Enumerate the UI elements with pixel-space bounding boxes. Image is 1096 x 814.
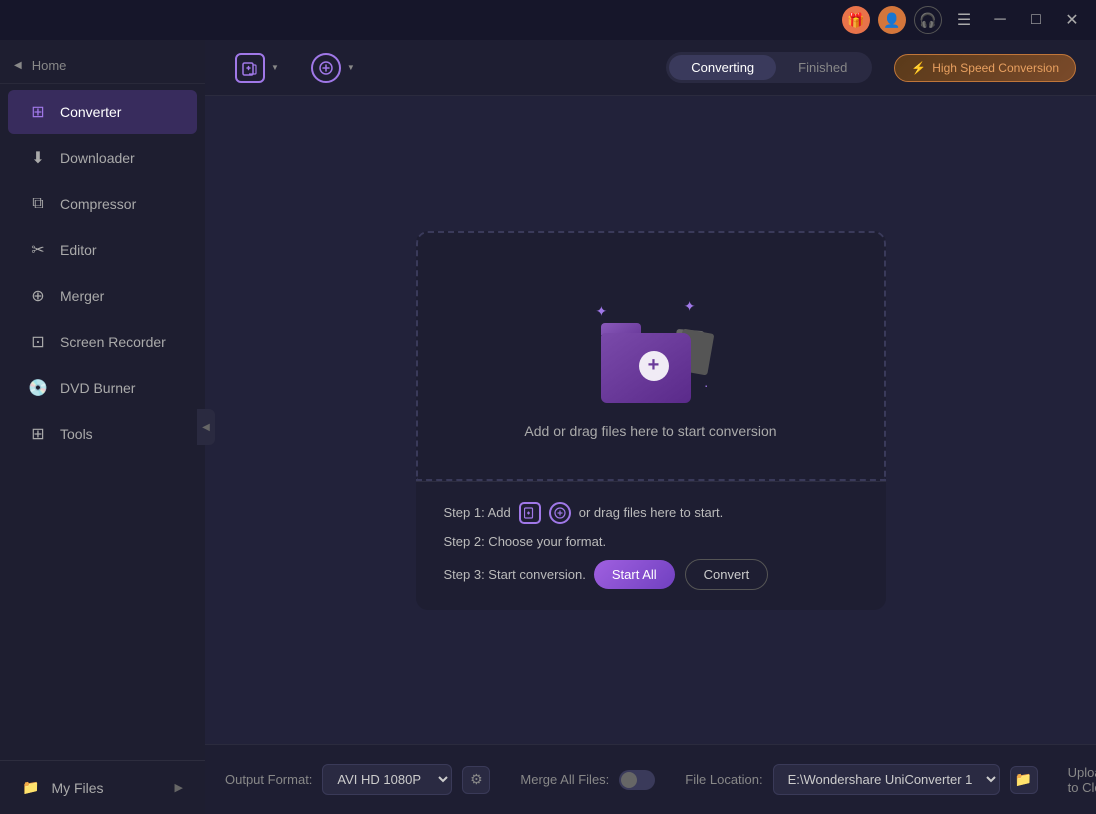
drop-zone[interactable]: + ✦ ✦ · Add or drag files here to start … [416, 231, 886, 610]
sidebar-label-editor: Editor [60, 242, 97, 258]
step2-text: Step 2: Choose your format. [444, 534, 607, 549]
user-icon[interactable]: 👤 [878, 6, 906, 34]
merge-toggle-switch[interactable] [619, 770, 655, 790]
convert-inline-button[interactable]: Convert [685, 559, 769, 590]
sparkle-icon-1: ✦ [596, 303, 608, 320]
sparkle-icon-3: · [704, 377, 709, 393]
sidebar-collapse-handle[interactable]: ◀ [197, 409, 215, 445]
folder-illustration: + ✦ ✦ · [591, 293, 711, 403]
app-body: ◀ Home ⊞ Converter ⬇ Downloader ⧉ Compre… [0, 40, 1096, 814]
menu-icon[interactable]: ☰ [950, 6, 978, 34]
add-media-button[interactable]: ▼ [301, 47, 365, 89]
sparkle-icon-2: ✦ [684, 298, 696, 315]
add-file-arrow: ▼ [271, 63, 279, 72]
sidebar-home[interactable]: ◀ Home [0, 48, 205, 84]
toggle-knob [621, 772, 637, 788]
maximize-button[interactable]: □ [1022, 6, 1050, 34]
file-location-field: File Location: E:\Wondershare UniConvert… [685, 764, 1037, 795]
my-files-label: My Files [51, 780, 103, 796]
converter-icon: ⊞ [28, 102, 48, 122]
sidebar-label-tools: Tools [60, 426, 93, 442]
step3-text: Step 3: Start conversion. [444, 567, 586, 582]
add-file-icon [235, 53, 265, 83]
step1-text: Step 1: Add [444, 505, 511, 520]
step1-add-media-icon[interactable] [549, 502, 571, 524]
drop-zone-text: Add or drag files here to start conversi… [524, 423, 776, 439]
output-format-field: Output Format: AVI HD 1080P ⚙ [225, 764, 490, 795]
tab-finished[interactable]: Finished [776, 55, 869, 80]
lightning-icon: ⚡ [911, 61, 926, 75]
downloader-icon: ⬇ [28, 148, 48, 168]
output-format-label: Output Format: [225, 772, 312, 787]
sidebar-item-tools[interactable]: ⊞ Tools [8, 412, 197, 456]
gift-icon[interactable]: 🎁 [842, 6, 870, 34]
close-button[interactable]: ✕ [1058, 6, 1086, 34]
plus-icon: + [639, 351, 669, 381]
sidebar-item-my-files[interactable]: 📁 My Files ▶ [8, 769, 197, 806]
sidebar-item-dvd-burner[interactable]: 💿 DVD Burner [8, 366, 197, 410]
screen-recorder-icon: ⊡ [28, 332, 48, 352]
bottom-bar: Output Format: AVI HD 1080P ⚙ Merge All … [205, 744, 1096, 814]
sidebar-label-dvd-burner: DVD Burner [60, 380, 135, 396]
minimize-button[interactable]: ─ [986, 6, 1014, 34]
step-3-row: Step 3: Start conversion. Start All Conv… [444, 559, 858, 590]
sidebar-label-downloader: Downloader [60, 150, 135, 166]
top-toolbar: ▼ ▼ Converting Finished ⚡ High Speed [205, 40, 1096, 96]
sidebar-item-compressor[interactable]: ⧉ Compressor [8, 182, 197, 226]
high-speed-label: High Speed Conversion [932, 61, 1059, 75]
titlebar: 🎁 👤 🎧 ☰ ─ □ ✕ [0, 0, 1096, 40]
merge-toggle[interactable] [619, 770, 655, 790]
main-content: ▼ ▼ Converting Finished ⚡ High Speed [205, 40, 1096, 814]
add-media-icon [311, 53, 341, 83]
folder-body: + [601, 333, 691, 403]
format-settings-button[interactable]: ⚙ [462, 766, 490, 794]
step-buttons: Start All Convert [594, 559, 768, 590]
sidebar: ◀ Home ⊞ Converter ⬇ Downloader ⧉ Compre… [0, 40, 205, 814]
sidebar-label-converter: Converter [60, 104, 121, 120]
headset-icon[interactable]: 🎧 [914, 6, 942, 34]
content-area: + ✦ ✦ · Add or drag files here to start … [205, 96, 1096, 744]
dvd-burner-icon: 💿 [28, 378, 48, 398]
merger-icon: ⊕ [28, 286, 48, 306]
drop-zone-steps: Step 1: Add [416, 481, 886, 610]
sidebar-item-downloader[interactable]: ⬇ Downloader [8, 136, 197, 180]
add-media-arrow: ▼ [347, 63, 355, 72]
tab-group: Converting Finished [666, 52, 872, 83]
sidebar-label-screen-recorder: Screen Recorder [60, 334, 166, 350]
high-speed-button[interactable]: ⚡ High Speed Conversion [894, 54, 1076, 82]
titlebar-icons: 🎁 👤 🎧 ☰ ─ □ ✕ [842, 6, 1086, 34]
step1-or-text: or drag files here to start. [579, 505, 724, 520]
sidebar-item-screen-recorder[interactable]: ⊡ Screen Recorder [8, 320, 197, 364]
upload-cloud-field: Upload to Cloud ☁ [1068, 765, 1096, 795]
editor-icon: ✂ [28, 240, 48, 260]
sidebar-label-compressor: Compressor [60, 196, 136, 212]
add-file-button[interactable]: ▼ [225, 47, 289, 89]
sidebar-item-editor[interactable]: ✂ Editor [8, 228, 197, 272]
my-files-left: 📁 My Files [22, 779, 104, 796]
output-format-select[interactable]: AVI HD 1080P [322, 764, 452, 795]
start-all-inline-button[interactable]: Start All [594, 560, 675, 589]
sidebar-item-converter[interactable]: ⊞ Converter [8, 90, 197, 134]
file-location-select[interactable]: E:\Wondershare UniConverter 1 [773, 764, 1000, 795]
merge-all-label: Merge All Files: [520, 772, 609, 787]
compressor-icon: ⧉ [28, 194, 48, 214]
drop-zone-main[interactable]: + ✦ ✦ · Add or drag files here to start … [416, 231, 886, 481]
step-2-row: Step 2: Choose your format. [444, 534, 858, 549]
file-location-label: File Location: [685, 772, 762, 787]
sidebar-item-merger[interactable]: ⊕ Merger [8, 274, 197, 318]
sidebar-bottom: 📁 My Files ▶ [0, 760, 205, 814]
sidebar-top: ◀ Home ⊞ Converter ⬇ Downloader ⧉ Compre… [0, 48, 205, 760]
chevron-right-icon: ▶ [175, 781, 183, 794]
merge-all-field: Merge All Files: [520, 770, 655, 790]
step-1-row: Step 1: Add [444, 502, 858, 524]
home-label: Home [32, 58, 67, 73]
upload-cloud-label: Upload to Cloud [1068, 765, 1096, 795]
my-files-icon: 📁 [22, 779, 39, 796]
tab-converting[interactable]: Converting [669, 55, 776, 80]
chevron-left-icon: ◀ [14, 60, 22, 71]
browse-folder-button[interactable]: 📁 [1010, 766, 1038, 794]
step1-add-file-icon[interactable] [519, 502, 541, 524]
tools-icon: ⊞ [28, 424, 48, 444]
sidebar-label-merger: Merger [60, 288, 104, 304]
